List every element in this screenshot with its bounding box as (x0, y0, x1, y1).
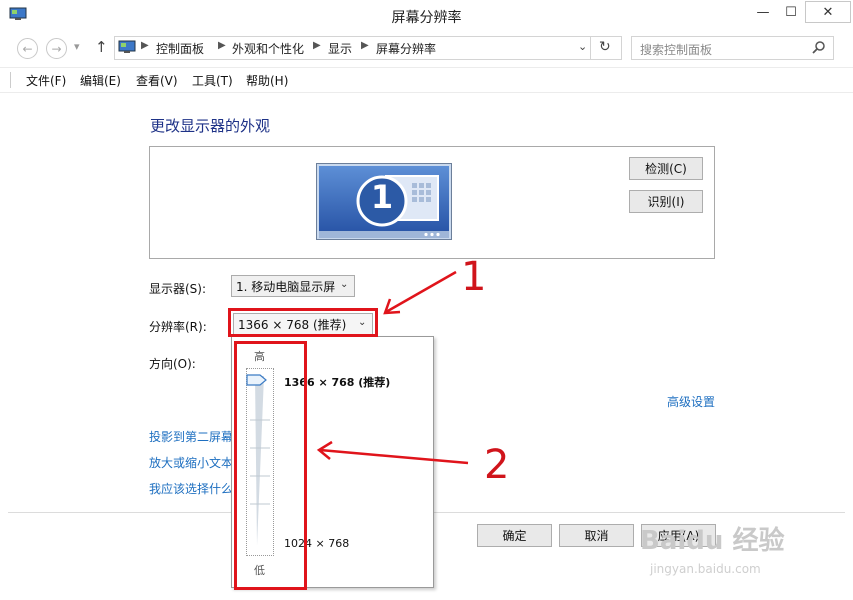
annotation-arrow-1-icon (380, 268, 460, 321)
breadcrumb-separator-icon: ▶ (218, 40, 226, 51)
breadcrumb-control-panel[interactable]: 控制面板 (156, 40, 204, 57)
watermark-url: jingyan.baidu.com (650, 562, 761, 576)
address-history-chevron-icon[interactable]: ⌄ (578, 40, 587, 53)
page-title: 更改显示器的外观 (150, 117, 271, 135)
menu-edit[interactable]: 编辑(E) (80, 72, 121, 89)
menu-file[interactable]: 文件(F) (26, 72, 66, 89)
display-select[interactable]: 1. 移动电脑显示屏 (231, 275, 355, 297)
breadcrumb-separator-icon: ▶ (361, 40, 369, 51)
close-button[interactable]: ✕ (805, 1, 851, 23)
breadcrumb-separator-icon: ▶ (313, 40, 321, 51)
breadcrumb-appearance[interactable]: 外观和个性化 (232, 40, 304, 57)
orientation-label: 方向(O): (149, 357, 196, 371)
project-second-screen-link[interactable]: 投影到第二屏幕 (149, 428, 233, 445)
back-button[interactable]: ← (17, 38, 38, 59)
recent-locations-dropdown[interactable]: ▾ (74, 40, 80, 53)
menu-help[interactable]: 帮助(H) (246, 72, 288, 89)
up-button[interactable]: ↑ (95, 38, 108, 56)
ok-button[interactable]: 确定 (477, 524, 552, 547)
forward-button[interactable]: → (46, 38, 67, 59)
search-input[interactable]: 搜索控制面板 (640, 41, 712, 58)
identify-button[interactable]: 识别(I) (629, 190, 703, 213)
display-select-value: 1. 移动电脑显示屏 (236, 279, 336, 294)
annotation-box-resolution (228, 308, 378, 337)
maximize-button[interactable]: ☐ (774, 0, 808, 24)
annotation-number-2: 2 (484, 442, 510, 488)
resolution-label: 分辨率(R): (149, 320, 207, 334)
advanced-settings-link[interactable]: 高级设置 (667, 393, 715, 410)
watermark-brand: Baidu 经验 (640, 526, 785, 556)
annotation-box-slider (234, 341, 307, 590)
search-icon[interactable] (812, 40, 826, 57)
breadcrumb-separator-icon: ▶ (141, 40, 149, 51)
menu-view[interactable]: 查看(V) (136, 72, 178, 89)
annotation-arrow-2-icon (314, 440, 474, 473)
display-help-link[interactable]: 我应该选择什么 (149, 480, 233, 497)
cancel-button[interactable]: 取消 (559, 524, 634, 547)
breadcrumb-screen-resolution[interactable]: 屏幕分辨率 (376, 40, 436, 57)
detect-button[interactable]: 检测(C) (629, 157, 703, 180)
menu-tools[interactable]: 工具(T) (192, 72, 233, 89)
display-label: 显示器(S): (149, 282, 207, 296)
menu-grip (10, 72, 11, 88)
breadcrumb-display[interactable]: 显示 (328, 40, 352, 57)
chevron-down-icon: ⌄ (340, 279, 349, 290)
refresh-icon[interactable]: ↻ (599, 39, 611, 55)
window-title: 屏幕分辨率 (391, 10, 462, 26)
menu-bar (0, 67, 853, 93)
annotation-number-1: 1 (461, 254, 487, 300)
monitor-number: 1 (370, 178, 394, 216)
text-size-link[interactable]: 放大或缩小文本 (149, 454, 233, 471)
address-divider (590, 36, 591, 60)
control-panel-icon (118, 40, 136, 58)
